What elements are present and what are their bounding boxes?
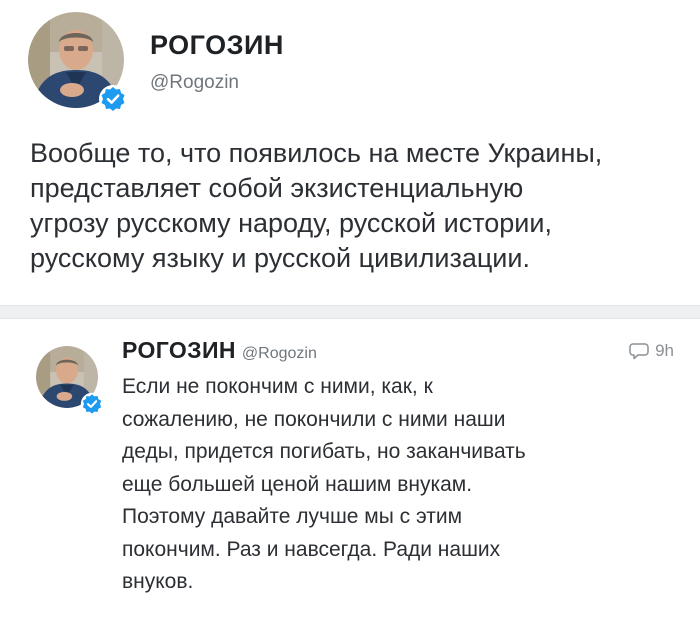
- tweet-text-line: угрозу русскому народу, русской истории,: [30, 208, 552, 238]
- author-handle[interactable]: @Rogozin: [150, 72, 239, 94]
- reply-text-line: внуков.: [122, 570, 194, 593]
- reply-text-line: Поэтому давайте лучше мы с этим: [122, 505, 463, 528]
- reply-text-line: деды, придется погибать, но заканчивать: [122, 440, 526, 463]
- reply-author-handle[interactable]: @Rogozin: [242, 345, 317, 362]
- tweet-text: Вообще то, что появилось на месте Украин…: [30, 136, 690, 276]
- author-avatar[interactable]: [28, 12, 127, 113]
- reply-text: Если не покончим с ними, как, к сожалени…: [122, 371, 692, 599]
- author-name[interactable]: РОГОЗИН: [150, 30, 284, 61]
- tweet-text-line: Вообще то, что появилось на месте Украин…: [30, 138, 603, 168]
- main-tweet-card: РОГОЗИН @Rogozin Вообще то, что появилос…: [0, 0, 700, 305]
- verified-badge-icon: [99, 85, 127, 113]
- reply-author-avatar[interactable]: [36, 346, 104, 416]
- tweet-text-line: представляет собой экзистенциальную: [30, 173, 524, 203]
- reply-header: РОГОЗИН @Rogozin: [122, 337, 317, 364]
- card-divider: [0, 305, 700, 319]
- reply-author-name[interactable]: РОГОЗИН: [122, 337, 236, 363]
- reply-text-line: сожалению, не покончили с ними наши: [122, 407, 506, 431]
- reply-text-line: Если не покончим с ними, как, к: [122, 375, 433, 398]
- reply-text-line: еще большей ценой нашим внукам.: [122, 472, 473, 496]
- reply-bubble-icon[interactable]: [629, 342, 649, 360]
- reply-text-line: покончим. Раз и навсегда. Ради наших: [122, 537, 501, 561]
- reply-timestamp[interactable]: 9h: [655, 341, 674, 361]
- verified-badge-icon: [80, 392, 104, 416]
- reply-meta: 9h: [629, 341, 674, 361]
- tweet-text-line: русскому языку и русской цивилизации.: [30, 243, 530, 273]
- reply-tweet-card: РОГОЗИН @Rogozin 9h Если не покончим с ни…: [0, 319, 700, 621]
